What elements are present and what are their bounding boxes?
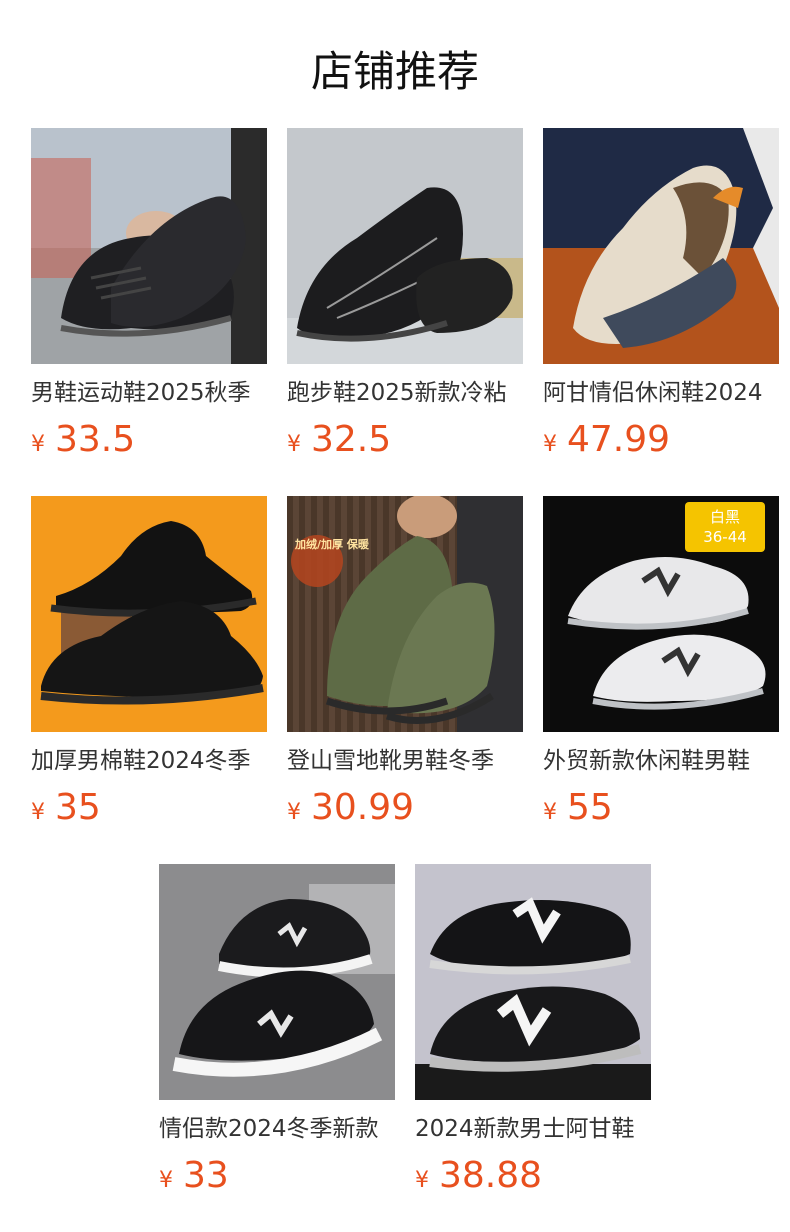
currency-symbol: ¥ [31, 800, 45, 825]
product-name[interactable]: 2024新款男士阿甘鞋 [415, 1114, 651, 1144]
product-card[interactable]: 加厚男棉鞋2024冬季 ¥35 [31, 496, 267, 828]
product-card[interactable]: 2024新款男士阿甘鞋 ¥38.88 [415, 864, 651, 1196]
product-name[interactable]: 情侣款2024冬季新款 [159, 1114, 395, 1144]
product-price: ¥55 [543, 788, 779, 828]
currency-symbol: ¥ [159, 1168, 173, 1193]
product-card[interactable]: 阿甘情侣休闲鞋2024 ¥47.99 [543, 128, 779, 460]
product-price: ¥47.99 [543, 420, 779, 460]
badge-color-text: 白黑 [709, 508, 740, 526]
product-price: ¥32.5 [287, 420, 523, 460]
price-value: 38.88 [439, 1155, 543, 1196]
badge-size-text: 36-44 [703, 528, 747, 546]
product-price: ¥33 [159, 1156, 395, 1196]
price-value: 33 [183, 1155, 229, 1196]
product-image-white-silver-sneaker[interactable]: 白黑 36-44 [543, 496, 779, 732]
product-name[interactable]: 阿甘情侣休闲鞋2024 [543, 378, 779, 408]
product-overlay-label: 加绒/加厚 保暖 [295, 538, 369, 551]
product-name[interactable]: 男鞋运动鞋2025秋季 [31, 378, 267, 408]
product-name[interactable]: 登山雪地靴男鞋冬季 [287, 746, 523, 776]
product-card[interactable]: 跑步鞋2025新款冷粘 ¥32.5 [287, 128, 523, 460]
product-image-black-white-n-sneaker[interactable] [159, 864, 395, 1100]
price-value: 55 [567, 787, 613, 828]
currency-symbol: ¥ [287, 800, 301, 825]
currency-symbol: ¥ [543, 800, 557, 825]
currency-symbol: ¥ [415, 1168, 429, 1193]
product-name[interactable]: 加厚男棉鞋2024冬季 [31, 746, 267, 776]
product-name[interactable]: 外贸新款休闲鞋男鞋 [543, 746, 779, 776]
currency-symbol: ¥ [31, 432, 45, 457]
price-value: 30.99 [311, 787, 415, 828]
product-card[interactable]: 情侣款2024冬季新款 ¥33 [159, 864, 395, 1196]
size-badge: 白黑 36-44 [685, 502, 765, 552]
product-image-olive-hiking-boot[interactable]: 加绒/加厚 保暖 [287, 496, 523, 732]
product-name[interactable]: 跑步鞋2025新款冷粘 [287, 378, 523, 408]
product-image-black-running-shoe[interactable] [287, 128, 523, 364]
product-image-black-leather-sneaker[interactable] [31, 128, 267, 364]
price-value: 47.99 [567, 419, 671, 460]
product-card[interactable]: 男鞋运动鞋2025秋季 ¥33.5 [31, 128, 267, 460]
product-image-black-white-retro-n-sneaker[interactable] [415, 864, 651, 1100]
product-card[interactable]: 白黑 36-44 外贸新款休闲鞋男鞋 ¥55 [543, 496, 779, 828]
product-price: ¥38.88 [415, 1156, 651, 1196]
currency-symbol: ¥ [287, 432, 301, 457]
product-price: ¥35 [31, 788, 267, 828]
price-value: 33.5 [55, 419, 136, 460]
product-price: ¥33.5 [31, 420, 267, 460]
currency-symbol: ¥ [543, 432, 557, 457]
price-value: 35 [55, 787, 101, 828]
product-price: ¥30.99 [287, 788, 523, 828]
product-card[interactable]: 加绒/加厚 保暖 登山雪地靴男鞋冬季 ¥30.99 [287, 496, 523, 828]
price-value: 32.5 [311, 419, 392, 460]
product-image-black-leather-boot[interactable] [31, 496, 267, 732]
product-image-beige-retro-sneaker[interactable] [543, 128, 779, 364]
section-title: 店铺推荐 [310, 47, 479, 96]
